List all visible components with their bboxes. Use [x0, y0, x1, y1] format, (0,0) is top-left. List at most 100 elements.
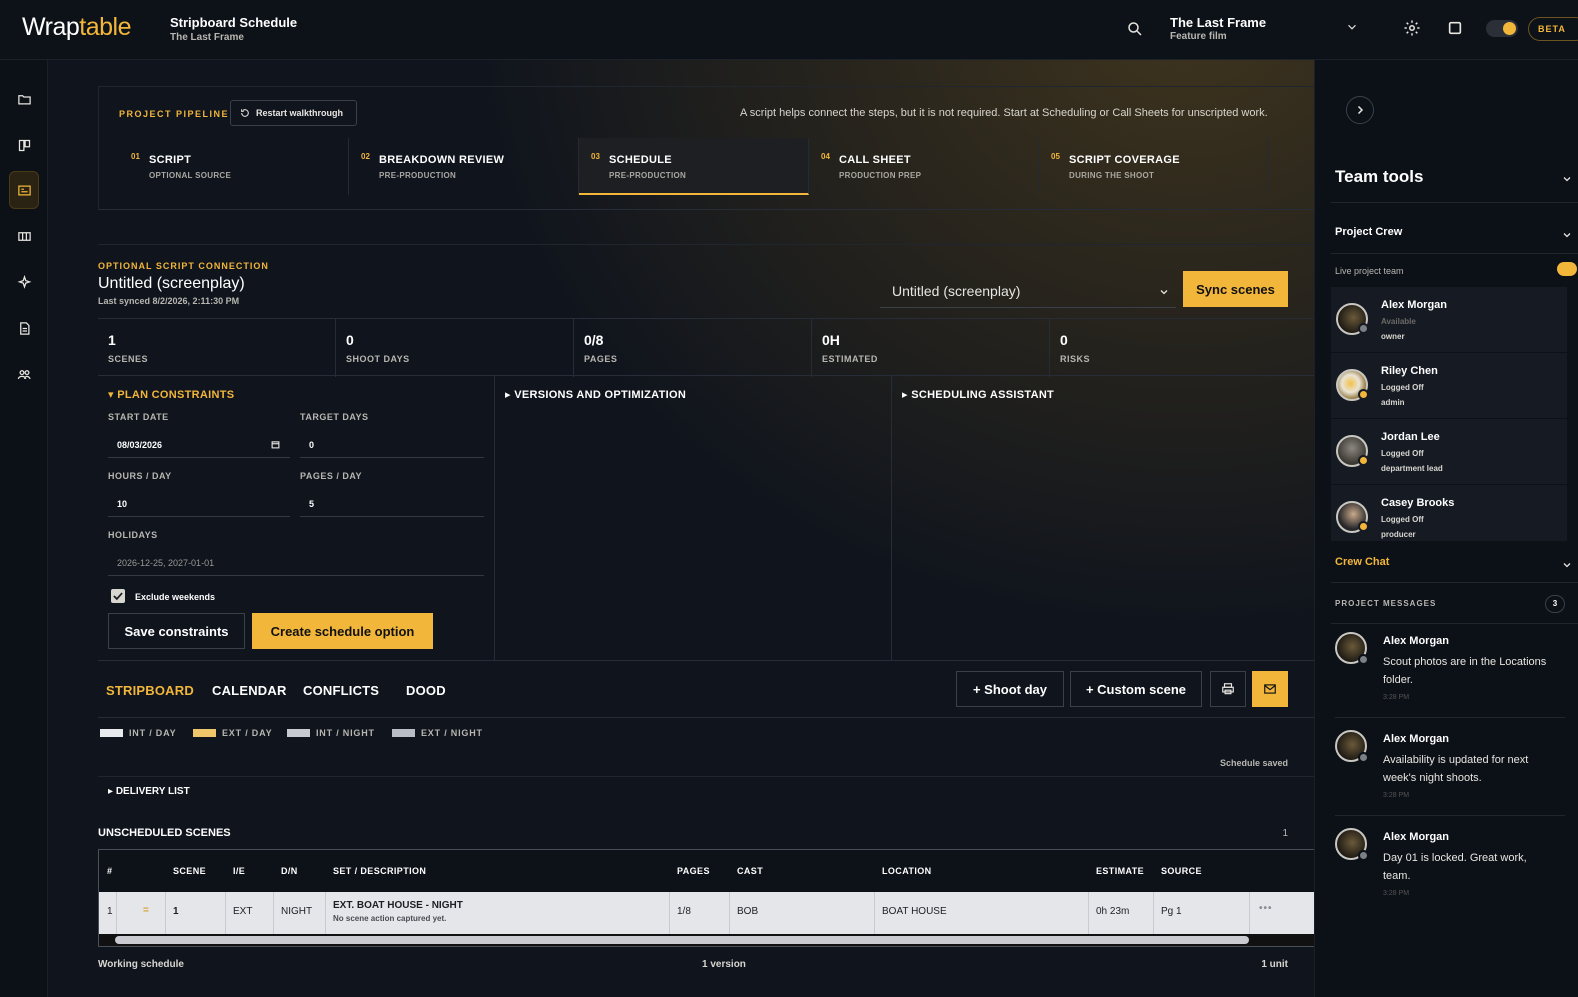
row-set: EXT. BOAT HOUSE - NIGHT: [333, 900, 463, 911]
legend-ext-night: EXT / NIGHT: [392, 728, 483, 738]
col-scene[interactable]: SCENE: [173, 866, 206, 876]
tab-conflicts[interactable]: CONFLICTS: [303, 683, 379, 698]
save-constraints-button[interactable]: Save constraints: [108, 613, 245, 649]
project-switcher-title[interactable]: The Last Frame: [1170, 15, 1266, 30]
project-crew-heading[interactable]: Project Crew: [1335, 226, 1402, 238]
tab-stripboard[interactable]: STRIPBOARD: [106, 683, 194, 698]
legend-ext-day: EXT / DAY: [193, 728, 272, 738]
sync-scenes-button[interactable]: Sync scenes: [1183, 271, 1288, 307]
pipeline-step-schedule[interactable]: 03 SCHEDULE PRE-PRODUCTION: [579, 138, 809, 195]
row-menu-icon[interactable]: •••: [1259, 903, 1273, 914]
stat-pages: 0/8 PAGES: [574, 319, 812, 377]
pages-per-day-field[interactable]: 5: [300, 487, 484, 517]
legend-int-night: INT / NIGHT: [287, 728, 375, 738]
search-icon[interactable]: [1126, 20, 1144, 38]
row-scene: 1: [173, 906, 179, 917]
divider: [1331, 202, 1578, 203]
chevron-right-icon: [1357, 105, 1364, 115]
divider: [98, 776, 1314, 777]
col-cast[interactable]: CAST: [737, 866, 763, 876]
chat-message: Alex Morgan Scout photos are in the Loca…: [1335, 632, 1565, 722]
board-icon[interactable]: [9, 126, 39, 164]
col-estimate[interactable]: ESTIMATE: [1096, 866, 1144, 876]
add-shoot-day-button[interactable]: + Shoot day: [956, 671, 1064, 707]
list-item[interactable]: Jordan Lee Logged Off department lead: [1331, 419, 1567, 485]
chat-message: Alex Morgan Availability is updated for …: [1335, 730, 1565, 820]
exclude-weekends-checkbox[interactable]: [111, 589, 125, 603]
hours-label: HOURS / DAY: [108, 471, 172, 481]
crew-chat-heading[interactable]: Crew Chat: [1335, 556, 1389, 568]
plan-constraints-toggle[interactable]: ▾ PLAN CONSTRAINTS: [108, 388, 234, 401]
calendar-icon[interactable]: [271, 440, 280, 449]
chevron-down-icon[interactable]: [1345, 20, 1359, 34]
create-schedule-option-button[interactable]: Create schedule option: [252, 613, 433, 649]
list-item[interactable]: Casey Brooks Logged Off producer: [1331, 485, 1567, 551]
col-index: #: [107, 866, 113, 876]
live-team-toggle[interactable]: [1557, 262, 1577, 276]
email-button[interactable]: [1252, 671, 1288, 707]
add-custom-scene-button[interactable]: + Custom scene: [1070, 671, 1202, 707]
schedule-icon[interactable]: [9, 171, 39, 209]
unscheduled-table: # SCENE I/E D/N SET / DESCRIPTION PAGES …: [98, 849, 1314, 947]
assistant-toggle[interactable]: ▸ SCHEDULING ASSISTANT: [902, 388, 1054, 401]
gear-icon[interactable]: [1403, 19, 1421, 37]
team-icon[interactable]: [9, 355, 39, 393]
row-description: No scene action captured yet.: [333, 914, 447, 923]
document-icon[interactable]: [9, 309, 39, 347]
table-header: # SCENE I/E D/N SET / DESCRIPTION PAGES …: [99, 850, 1314, 892]
chevron-down-icon[interactable]: [1561, 173, 1573, 185]
list-item[interactable]: Riley Chen Logged Off admin: [1331, 353, 1567, 419]
col-source[interactable]: SOURCE: [1161, 866, 1202, 876]
pipeline-step-script[interactable]: 01 SCRIPT OPTIONAL SOURCE: [119, 138, 349, 195]
stat-estimated: 0H ESTIMATED: [812, 319, 1050, 377]
restart-walkthrough-button[interactable]: Restart walkthrough: [230, 100, 357, 126]
chat-message: Alex Morgan Day 01 is locked. Great work…: [1335, 828, 1565, 918]
chevron-down-icon[interactable]: [1561, 559, 1573, 571]
window-icon[interactable]: [1447, 20, 1463, 36]
divider: [1335, 717, 1565, 718]
delivery-list-toggle[interactable]: ▸ DELIVERY LIST: [108, 786, 190, 797]
drag-handle-icon[interactable]: =: [143, 905, 149, 916]
script-select[interactable]: Untitled (screenplay): [880, 273, 1176, 308]
row-cast: BOB: [737, 906, 759, 917]
col-ie[interactable]: I/E: [233, 866, 245, 876]
row-index: 1: [107, 906, 113, 917]
app-logo[interactable]: Wraptable: [22, 13, 131, 42]
sparkle-icon[interactable]: [9, 263, 39, 301]
collapse-panel-button[interactable]: [1346, 96, 1374, 124]
footer-working-schedule: Working schedule: [98, 959, 184, 970]
pipeline-step-breakdown[interactable]: 02 BREAKDOWN REVIEW PRE-PRODUCTION: [349, 138, 579, 195]
row-ie: EXT: [233, 906, 253, 917]
col-pages[interactable]: PAGES: [677, 866, 710, 876]
folder-icon[interactable]: [9, 80, 39, 118]
list-item[interactable]: Alex Morgan Available owner: [1331, 287, 1567, 353]
theme-toggle[interactable]: [1486, 20, 1518, 37]
print-button[interactable]: [1210, 671, 1246, 707]
presence-dot: [1358, 752, 1369, 763]
holidays-field[interactable]: 2026-12-25, 2027-01-01: [108, 546, 484, 576]
tab-dood[interactable]: DOOD: [406, 683, 446, 698]
pipeline-step-call-sheet[interactable]: 04 CALL SHEET PRODUCTION PREP: [809, 138, 1039, 195]
stat-scenes: 1 SCENES: [98, 319, 336, 377]
callsheet-icon[interactable]: [9, 217, 39, 255]
start-date-field[interactable]: 08/03/2026: [108, 428, 290, 458]
target-days-field[interactable]: 0: [300, 428, 484, 458]
check-icon: [113, 592, 123, 601]
col-set[interactable]: SET / DESCRIPTION: [333, 866, 426, 876]
page-subtitle: The Last Frame: [170, 32, 244, 43]
versions-toggle[interactable]: ▸ VERSIONS AND OPTIMIZATION: [505, 388, 686, 401]
presence-dot: [1358, 521, 1369, 532]
pages-label: PAGES / DAY: [300, 471, 363, 481]
pipeline-step-coverage[interactable]: 05 SCRIPT COVERAGE DURING THE SHOOT: [1039, 138, 1269, 195]
row-location: BOAT HOUSE: [882, 906, 947, 917]
col-location[interactable]: LOCATION: [882, 866, 932, 876]
scrollbar-thumb[interactable]: [115, 936, 1249, 944]
hours-per-day-field[interactable]: 10: [108, 487, 290, 517]
table-row[interactable]: 1 = 1 EXT NIGHT EXT. BOAT HOUSE - NIGHT …: [99, 892, 1314, 934]
tab-calendar[interactable]: CALENDAR: [212, 683, 287, 698]
presence-dot: [1358, 389, 1369, 400]
col-dn[interactable]: D/N: [281, 866, 298, 876]
horizontal-scrollbar[interactable]: [99, 934, 1314, 946]
chevron-down-icon[interactable]: [1561, 229, 1573, 241]
footer-version: 1 version: [702, 959, 746, 970]
